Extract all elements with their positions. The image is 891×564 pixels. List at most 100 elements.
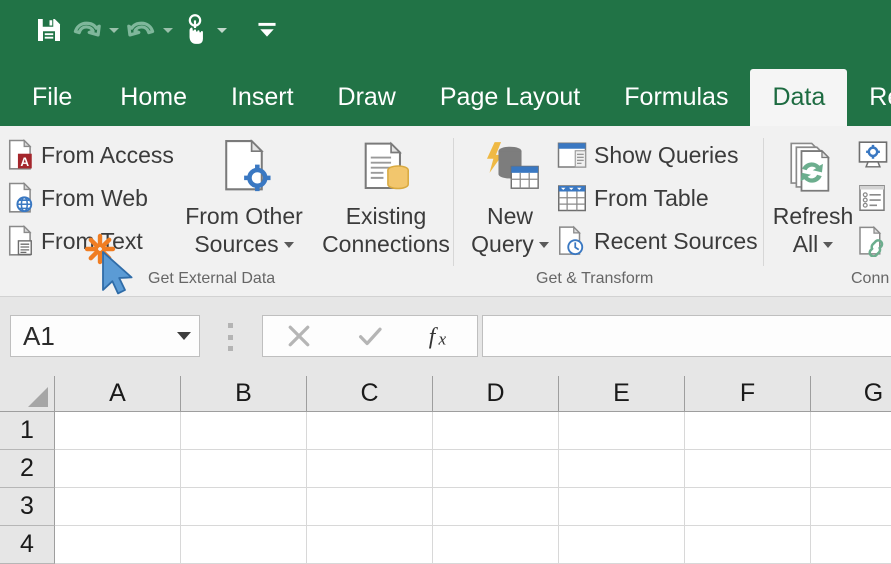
existing-connections-label-line1: Existing bbox=[345, 203, 427, 229]
from-other-sources-button[interactable]: From Other Sources bbox=[176, 136, 312, 258]
cell-b3[interactable] bbox=[181, 488, 307, 526]
from-web-button[interactable]: From Web bbox=[8, 179, 148, 217]
cell-f1[interactable] bbox=[685, 412, 811, 450]
cell-a1[interactable] bbox=[55, 412, 181, 450]
group-separator bbox=[453, 138, 454, 266]
chevron-down-icon[interactable] bbox=[177, 332, 191, 340]
cell-c1[interactable] bbox=[307, 412, 433, 450]
column-header-d[interactable]: D bbox=[433, 376, 559, 412]
cell-f2[interactable] bbox=[685, 450, 811, 488]
tab-draw[interactable]: Draw bbox=[316, 85, 418, 126]
show-queries-button[interactable]: Show Queries bbox=[557, 136, 738, 174]
ribbon-group-label-connections: Conn bbox=[851, 270, 890, 287]
cell-f3[interactable] bbox=[685, 488, 811, 526]
tab-formulas[interactable]: Formulas bbox=[602, 85, 750, 126]
save-button[interactable] bbox=[30, 10, 68, 50]
tab-file[interactable]: File bbox=[22, 85, 98, 126]
undo-dropdown-button[interactable] bbox=[106, 10, 122, 50]
cell-c3[interactable] bbox=[307, 488, 433, 526]
row-header-2[interactable]: 2 bbox=[0, 450, 55, 488]
column-header-b[interactable]: B bbox=[181, 376, 307, 412]
recent-sources-icon bbox=[559, 225, 584, 256]
from-other-sources-label-line2: Sources bbox=[194, 230, 279, 257]
refresh-all-label-line1: Refresh bbox=[772, 203, 854, 229]
cell-f4[interactable] bbox=[685, 526, 811, 564]
recent-sources-button[interactable]: Recent Sources bbox=[557, 222, 758, 260]
select-all-corner-icon[interactable] bbox=[0, 376, 55, 412]
touch-mode-dropdown-button[interactable] bbox=[214, 10, 230, 50]
formula-input[interactable] bbox=[482, 315, 891, 357]
touch-mode-button[interactable] bbox=[176, 10, 214, 50]
from-access-button[interactable]: A From Access bbox=[8, 136, 174, 174]
tab-review[interactable]: Review bbox=[847, 85, 891, 126]
refresh-all-icon bbox=[781, 136, 845, 202]
cell-b1[interactable] bbox=[181, 412, 307, 450]
chevron-down-icon[interactable] bbox=[283, 241, 294, 248]
cell-b2[interactable] bbox=[181, 450, 307, 488]
cell-c2[interactable] bbox=[307, 450, 433, 488]
from-other-sources-label-line2-row: Sources bbox=[194, 230, 294, 258]
chevron-down-icon bbox=[217, 27, 227, 33]
table-row: 2 bbox=[0, 450, 891, 488]
cell-a3[interactable] bbox=[55, 488, 181, 526]
tab-home[interactable]: Home bbox=[98, 85, 209, 126]
chevron-down-icon[interactable] bbox=[823, 241, 834, 248]
connections-button[interactable] bbox=[857, 136, 889, 174]
cancel-icon bbox=[288, 325, 310, 347]
tab-insert[interactable]: Insert bbox=[209, 85, 316, 126]
title-bar bbox=[0, 0, 891, 60]
customize-quick-access-button[interactable] bbox=[248, 10, 286, 50]
row-header-1[interactable]: 1 bbox=[0, 412, 55, 450]
enter-button[interactable] bbox=[334, 316, 405, 356]
cell-c4[interactable] bbox=[307, 526, 433, 564]
refresh-all-button[interactable]: Refresh All bbox=[765, 136, 861, 258]
from-web-icon bbox=[8, 182, 33, 213]
insert-function-button[interactable]: f x bbox=[406, 316, 477, 356]
cancel-button[interactable] bbox=[263, 316, 334, 356]
new-query-label-line1: New bbox=[486, 203, 533, 229]
cell-b4[interactable] bbox=[181, 526, 307, 564]
edit-links-button[interactable] bbox=[857, 222, 887, 260]
cell-g2[interactable] bbox=[811, 450, 891, 488]
cell-a2[interactable] bbox=[55, 450, 181, 488]
cell-d3[interactable] bbox=[433, 488, 559, 526]
column-header-f[interactable]: F bbox=[685, 376, 811, 412]
from-table-button[interactable]: From Table bbox=[557, 179, 709, 217]
properties-icon bbox=[859, 185, 885, 212]
redo-button[interactable] bbox=[122, 10, 160, 50]
cell-d1[interactable] bbox=[433, 412, 559, 450]
cell-e3[interactable] bbox=[559, 488, 685, 526]
cell-a4[interactable] bbox=[55, 526, 181, 564]
cell-d4[interactable] bbox=[433, 526, 559, 564]
from-text-button[interactable]: From Text bbox=[8, 222, 143, 260]
tab-data[interactable]: Data bbox=[750, 69, 848, 126]
cell-d2[interactable] bbox=[433, 450, 559, 488]
cell-g4[interactable] bbox=[811, 526, 891, 564]
redo-icon bbox=[127, 21, 155, 37]
name-box[interactable]: A1 bbox=[10, 315, 200, 357]
cell-g3[interactable] bbox=[811, 488, 891, 526]
new-query-button[interactable]: New Query bbox=[455, 136, 565, 258]
ribbon-display-options-handle[interactable] bbox=[226, 323, 234, 351]
properties-button[interactable] bbox=[857, 179, 887, 217]
cell-e2[interactable] bbox=[559, 450, 685, 488]
existing-connections-icon bbox=[353, 136, 419, 202]
column-header-c[interactable]: C bbox=[307, 376, 433, 412]
row-header-4[interactable]: 4 bbox=[0, 526, 55, 564]
undo-button[interactable] bbox=[68, 10, 106, 50]
chevron-down-icon[interactable] bbox=[538, 241, 549, 248]
quick-access-toolbar bbox=[0, 0, 286, 60]
svg-text:f: f bbox=[429, 323, 439, 349]
cell-g1[interactable] bbox=[811, 412, 891, 450]
row-header-3[interactable]: 3 bbox=[0, 488, 55, 526]
save-icon bbox=[38, 19, 60, 41]
column-header-g[interactable]: G bbox=[811, 376, 891, 412]
ribbon-group-connections: Refresh All Conn bbox=[765, 126, 891, 296]
tab-page-layout[interactable]: Page Layout bbox=[418, 85, 602, 126]
cell-e4[interactable] bbox=[559, 526, 685, 564]
redo-dropdown-button[interactable] bbox=[160, 10, 176, 50]
column-header-a[interactable]: A bbox=[55, 376, 181, 412]
existing-connections-button[interactable]: Existing Connections bbox=[318, 136, 454, 258]
cell-e1[interactable] bbox=[559, 412, 685, 450]
column-header-e[interactable]: E bbox=[559, 376, 685, 412]
